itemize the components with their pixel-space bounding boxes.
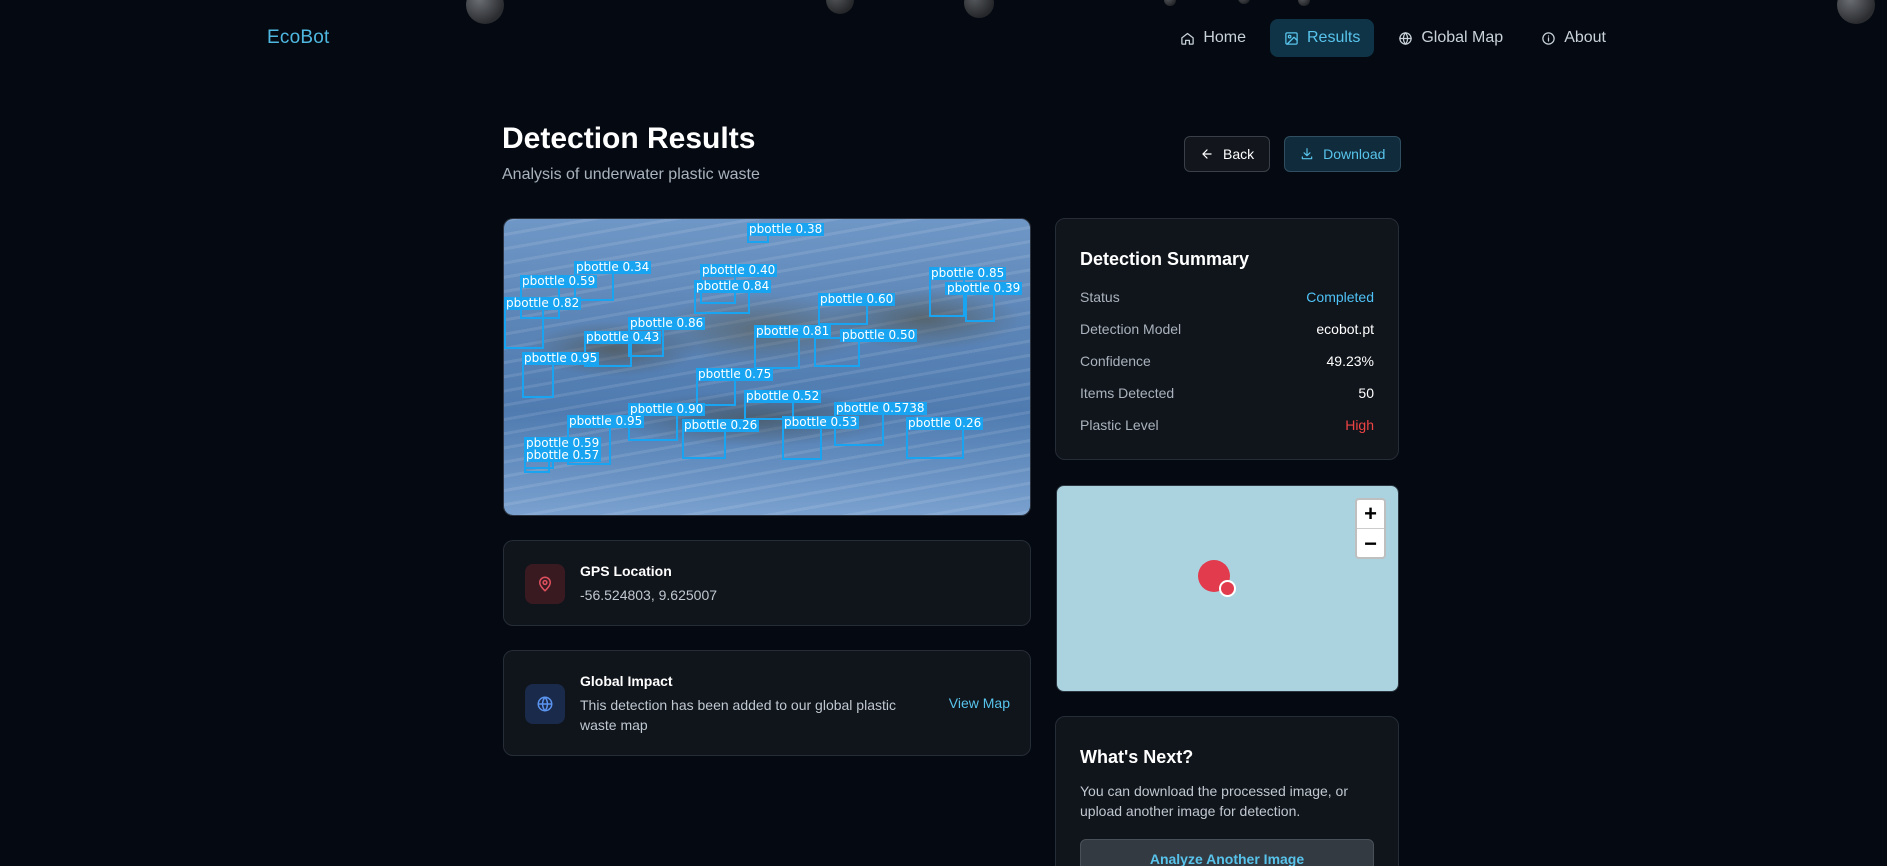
detection-label: pbottle 0.84 bbox=[694, 279, 772, 293]
status-badge: Completed bbox=[1306, 289, 1374, 305]
globe-icon bbox=[537, 696, 553, 712]
detection-label: pbottle 0.39 bbox=[945, 281, 1023, 295]
detection-label: pbottle 0.75 bbox=[696, 367, 774, 381]
detection-image: pbottle 0.38 pbottle 0.34 pbottle 0.40 p… bbox=[503, 218, 1031, 516]
image-icon bbox=[1285, 31, 1298, 45]
page-title: Detection Results bbox=[502, 122, 756, 155]
detection-label: pbottle 0.40 bbox=[700, 263, 778, 277]
location-marker[interactable] bbox=[1219, 580, 1236, 597]
detection-box bbox=[906, 427, 964, 459]
gps-card: GPS Location -56.524803, 9.625007 bbox=[503, 540, 1031, 626]
summary-key: Plastic Level bbox=[1080, 417, 1159, 433]
zoom-in-button[interactable]: + bbox=[1357, 500, 1384, 529]
detection-label: pbottle 0.57 bbox=[524, 448, 602, 462]
summary-value: 50 bbox=[1358, 385, 1374, 401]
impact-title: Global Impact bbox=[580, 673, 673, 689]
logo[interactable]: EcoBot bbox=[267, 27, 329, 49]
gps-title: GPS Location bbox=[580, 563, 672, 579]
nav-links: Home Results Global Map About bbox=[1166, 19, 1620, 57]
detection-box bbox=[504, 307, 544, 349]
impact-text: This detection has been added to our glo… bbox=[580, 697, 896, 733]
detection-label: pbottle 0.38 bbox=[747, 222, 825, 236]
zoom-control: + − bbox=[1355, 498, 1386, 559]
summary-key: Items Detected bbox=[1080, 385, 1175, 401]
download-icon bbox=[1301, 148, 1313, 160]
detection-box bbox=[782, 426, 822, 460]
globe-icon bbox=[1399, 31, 1413, 45]
download-button[interactable]: Download bbox=[1284, 136, 1402, 172]
whats-next-card: What's Next? You can download the proces… bbox=[1055, 716, 1399, 866]
detection-label: pbottle 0.50 bbox=[840, 328, 918, 342]
nav-global-map-label: Global Map bbox=[1421, 29, 1504, 46]
home-icon bbox=[1181, 32, 1195, 45]
location-map[interactable]: + − bbox=[1056, 485, 1399, 692]
nav-about[interactable]: About bbox=[1527, 19, 1620, 57]
plastic-level-value: High bbox=[1345, 417, 1374, 433]
detection-box bbox=[694, 290, 750, 314]
detection-box bbox=[522, 362, 554, 398]
detection-label: pbottle 0.85 bbox=[929, 266, 1007, 280]
detection-label: pbottle 0.26 bbox=[906, 416, 984, 430]
nav-about-label: About bbox=[1564, 29, 1606, 46]
info-icon bbox=[1542, 31, 1555, 45]
header-actions: Back Download bbox=[1184, 136, 1402, 172]
detection-box bbox=[754, 335, 800, 369]
nav-results-label: Results bbox=[1307, 29, 1361, 46]
page-subtitle: Analysis of underwater plastic waste bbox=[502, 166, 760, 183]
detection-label: pbottle 0.53 bbox=[782, 415, 860, 429]
nav-global-map[interactable]: Global Map bbox=[1384, 19, 1517, 57]
back-button[interactable]: Back bbox=[1184, 136, 1271, 172]
arrow-left-icon bbox=[1202, 149, 1212, 159]
analyze-another-button[interactable]: Analyze Another Image bbox=[1080, 839, 1374, 866]
detection-box bbox=[682, 429, 726, 459]
detection-summary-card: Detection Summary Status Completed Detec… bbox=[1055, 218, 1399, 460]
summary-row-status: Status Completed bbox=[1080, 289, 1374, 305]
detection-label: pbottle 0.86 bbox=[628, 316, 706, 330]
summary-row-plastic-level: Plastic Level High bbox=[1080, 417, 1374, 433]
download-button-label: Download bbox=[1323, 146, 1386, 162]
view-map-link[interactable]: View Map bbox=[949, 695, 1010, 711]
detection-label: pbottle 0.59 bbox=[520, 274, 598, 288]
summary-value: 49.23% bbox=[1326, 353, 1374, 369]
detection-box bbox=[965, 292, 995, 322]
detection-label: pbottle 0.5738 bbox=[834, 401, 927, 415]
map-pin-icon bbox=[539, 576, 551, 592]
summary-row-model: Detection Model ecobot.pt bbox=[1080, 321, 1374, 337]
summary-row-items: Items Detected 50 bbox=[1080, 385, 1374, 401]
next-title: What's Next? bbox=[1080, 747, 1194, 767]
summary-row-confidence: Confidence 49.23% bbox=[1080, 353, 1374, 369]
detection-label: pbottle 0.82 bbox=[504, 296, 582, 310]
nav-home-label: Home bbox=[1203, 29, 1246, 46]
detection-label: pbottle 0.43 bbox=[584, 330, 662, 344]
summary-key: Status bbox=[1080, 289, 1120, 305]
detection-label: pbottle 0.60 bbox=[818, 292, 896, 306]
gps-icon-box bbox=[525, 564, 565, 604]
global-impact-card: Global Impact This detection has been ad… bbox=[503, 650, 1031, 756]
top-nav: EcoBot Home Results Global Map About bbox=[0, 0, 1887, 78]
detection-label: pbottle 0.95 bbox=[522, 351, 600, 365]
summary-value: ecobot.pt bbox=[1316, 321, 1374, 337]
next-text: You can download the processed image, or… bbox=[1080, 783, 1348, 819]
back-button-label: Back bbox=[1223, 146, 1255, 162]
summary-key: Detection Model bbox=[1080, 321, 1182, 337]
detection-label: pbottle 0.34 bbox=[574, 260, 652, 274]
impact-icon-box bbox=[525, 684, 565, 724]
summary-title: Detection Summary bbox=[1080, 249, 1250, 269]
summary-key: Confidence bbox=[1080, 353, 1151, 369]
detection-label: pbottle 0.52 bbox=[744, 389, 822, 403]
nav-home[interactable]: Home bbox=[1166, 19, 1260, 57]
zoom-out-button[interactable]: − bbox=[1357, 529, 1384, 558]
gps-coords: -56.524803, 9.625007 bbox=[580, 587, 718, 603]
detection-box bbox=[818, 303, 868, 325]
detection-label: pbottle 0.26 bbox=[682, 418, 760, 432]
nav-results[interactable]: Results bbox=[1270, 19, 1375, 57]
detection-label: pbottle 0.95 bbox=[567, 414, 645, 428]
